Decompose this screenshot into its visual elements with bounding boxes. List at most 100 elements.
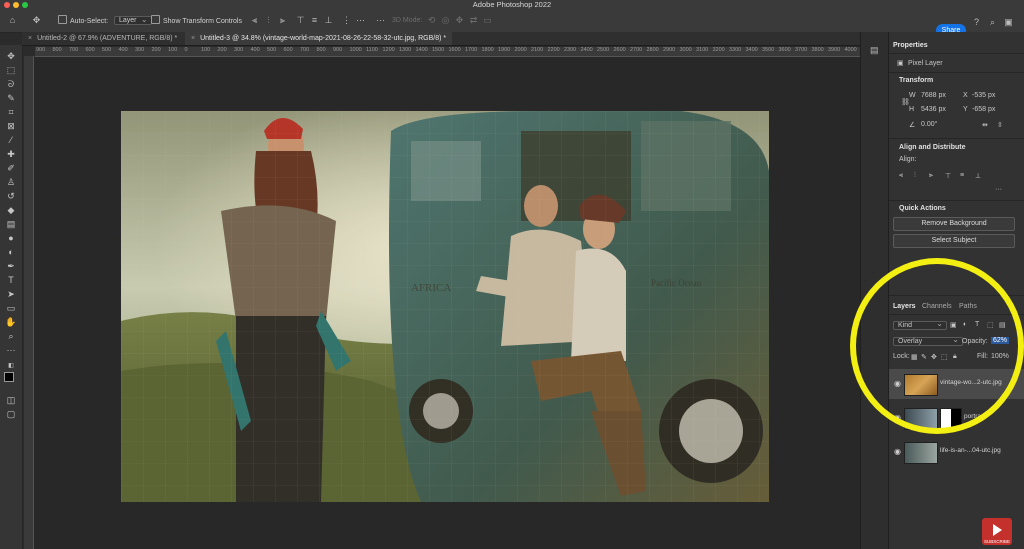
3d-orbit-icon: ⟲	[427, 15, 436, 25]
align-top-icon[interactable]: ⊤	[945, 172, 951, 180]
search-icon[interactable]: ⌕	[988, 18, 997, 27]
y-field[interactable]: -658 px	[972, 106, 995, 113]
tab-untitled-3[interactable]: × Untitled-3 @ 34.8% (vintage-world-map-2…	[185, 32, 453, 45]
fill-field[interactable]: 100%	[991, 353, 1009, 360]
ruler-tick-label: 1300	[399, 47, 412, 53]
clone-stamp-tool-icon[interactable]: ♙	[5, 177, 17, 187]
tab-layers[interactable]: Layers	[893, 303, 916, 310]
auto-select-dropdown[interactable]: Layer	[114, 16, 152, 25]
brush-tool-icon[interactable]: ✐	[5, 163, 17, 173]
show-transform-checkbox[interactable]: Show Transform Controls	[151, 15, 242, 27]
help-icon[interactable]: ?	[972, 18, 981, 27]
filter-kind-dropdown[interactable]: Kind	[893, 319, 947, 330]
history-brush-tool-icon[interactable]: ↺	[5, 191, 17, 201]
app-title: Adobe Photoshop 2022	[472, 0, 552, 9]
tab-paths[interactable]: Paths	[959, 303, 977, 310]
angle-field[interactable]: 0.00°	[921, 121, 937, 128]
filter-shape-icon[interactable]: ⬚	[987, 321, 994, 329]
blend-mode-dropdown[interactable]: Overlay	[893, 335, 963, 346]
filter-adjust-icon[interactable]: ◐	[963, 321, 967, 328]
opacity-field[interactable]: 62%	[991, 337, 1010, 344]
layer-row[interactable]: ◉ vintage-wo...2-utc.jpg	[889, 369, 1024, 399]
align-hcenter-icon[interactable]: ⫶	[914, 172, 916, 180]
lock-all-icon[interactable]: 🔒︎	[953, 353, 957, 361]
hand-tool-icon[interactable]: ✋	[5, 317, 17, 327]
align-right-icon[interactable]: ⫸	[278, 16, 287, 25]
youtube-subscribe-badge[interactable]: SUBSCRIBE	[982, 518, 1012, 545]
close-tab-icon[interactable]: ×	[28, 35, 32, 42]
zoom-tool-icon[interactable]: ⌕	[5, 331, 17, 341]
distribute-h-icon[interactable]: ⋯	[356, 16, 365, 25]
lasso-tool-icon[interactable]: ᘐ	[5, 79, 17, 89]
tab-untitled-2[interactable]: × Untitled-2 @ 67.9% (ADVENTURE, RGB/8) *	[22, 32, 183, 45]
lock-position-icon[interactable]: ✥	[931, 353, 937, 361]
align-center-icon[interactable]: ⫶	[264, 16, 273, 25]
ruler-tick-label: 1900	[498, 47, 511, 53]
move-tool-icon[interactable]: ✥	[32, 16, 41, 25]
horizontal-ruler: 900 800 700 600 500 400 300 200 100 0 100 200 300 400…	[35, 47, 860, 57]
eraser-tool-icon[interactable]: ◆	[5, 205, 17, 215]
visibility-eye-icon[interactable]: ◉	[894, 379, 901, 388]
properties-panel-icon[interactable]: ▤	[870, 46, 879, 55]
visibility-eye-icon[interactable]: ◉	[894, 447, 901, 456]
align-bottom-icon[interactable]: ⊥	[324, 16, 333, 25]
filter-smart-icon[interactable]: ▤	[999, 321, 1006, 329]
workspace-icon[interactable]: ▣	[1004, 18, 1013, 27]
rectangle-tool-icon[interactable]: ▭	[5, 303, 17, 313]
more-options-icon[interactable]: ···	[376, 16, 385, 25]
healing-tool-icon[interactable]: ✚	[5, 149, 17, 159]
foreground-color-swatch[interactable]	[4, 372, 14, 382]
marquee-tool-icon[interactable]: ⬚	[5, 65, 17, 75]
link-dimensions-icon[interactable]: ⛓	[901, 98, 910, 106]
flip-horizontal-icon[interactable]: ⇹	[982, 121, 988, 129]
align-vcenter-icon[interactable]: ≡	[960, 172, 964, 179]
flip-vertical-icon[interactable]: ⇳	[997, 121, 1003, 129]
select-subject-button[interactable]: Select Subject	[893, 234, 1015, 248]
filter-pixel-icon[interactable]: ▣	[950, 321, 957, 329]
lock-pixels-icon[interactable]: ✎	[921, 353, 927, 361]
layer-mask-thumbnail[interactable]	[940, 408, 962, 430]
x-field[interactable]: -535 px	[972, 92, 995, 99]
distribute-icon[interactable]: ⋮	[342, 16, 351, 25]
crop-tool-icon[interactable]: ⌗	[5, 107, 17, 117]
pen-tool-icon[interactable]: ✒	[5, 261, 17, 271]
width-field[interactable]: 7688 px	[921, 92, 946, 99]
opacity-label: Opacity:	[962, 338, 988, 345]
height-field[interactable]: 5436 px	[921, 106, 946, 113]
more-options-icon[interactable]: ···	[995, 186, 1002, 193]
screen-mode-icon[interactable]: ▢	[5, 409, 17, 419]
lock-transparent-icon[interactable]: ▦	[911, 353, 918, 361]
align-bottom-icon[interactable]: ⊥	[975, 172, 981, 180]
type-tool-icon[interactable]: T	[5, 275, 17, 285]
tab-channels[interactable]: Channels	[922, 303, 952, 310]
align-top-icon[interactable]: ⊤	[296, 16, 305, 25]
home-icon[interactable]: ⌂	[8, 16, 17, 25]
document-canvas[interactable]: AFRICA Pacific Ocean	[121, 111, 769, 502]
remove-background-button[interactable]: Remove Background	[893, 217, 1015, 231]
align-middle-icon[interactable]: ≡	[310, 16, 319, 25]
gradient-tool-icon[interactable]: ▤	[5, 219, 17, 229]
options-bar: ⌂ ✥ Auto-Select: Layer Show Transform Co…	[0, 10, 1024, 37]
default-colors-icon[interactable]: ◧	[5, 361, 17, 371]
blur-tool-icon[interactable]: ●	[5, 233, 17, 243]
align-left-icon[interactable]: ⫷	[250, 16, 259, 25]
more-tools-icon[interactable]: ···	[5, 345, 17, 355]
close-tab-icon[interactable]: ×	[191, 35, 195, 42]
move-tool-icon[interactable]: ✥	[5, 51, 17, 61]
filter-type-icon[interactable]: T	[975, 321, 979, 328]
eyedropper-tool-icon[interactable]: ⁄	[5, 135, 17, 145]
align-right-icon[interactable]: ⫸	[929, 172, 933, 180]
visibility-eye-icon[interactable]: ◉	[894, 413, 901, 422]
map-label-pacific: Pacific Ocean	[651, 278, 702, 288]
tab-properties[interactable]: Properties	[893, 42, 928, 49]
layer-row[interactable]: ◉ life-is-an-...04-utc.jpg	[889, 437, 1024, 467]
lock-artboard-icon[interactable]: ⬚	[941, 353, 948, 361]
layer-row[interactable]: ◉ portra	[889, 403, 1024, 433]
quick-select-tool-icon[interactable]: ✎	[5, 93, 17, 103]
path-select-tool-icon[interactable]: ➤	[5, 289, 17, 299]
frame-tool-icon[interactable]: ⊠	[5, 121, 17, 131]
quick-mask-icon[interactable]: ◫	[5, 395, 17, 405]
auto-select-checkbox[interactable]: Auto-Select:	[58, 15, 108, 27]
dodge-tool-icon[interactable]: ◐	[5, 247, 17, 257]
align-left-icon[interactable]: ⫷	[899, 172, 903, 180]
